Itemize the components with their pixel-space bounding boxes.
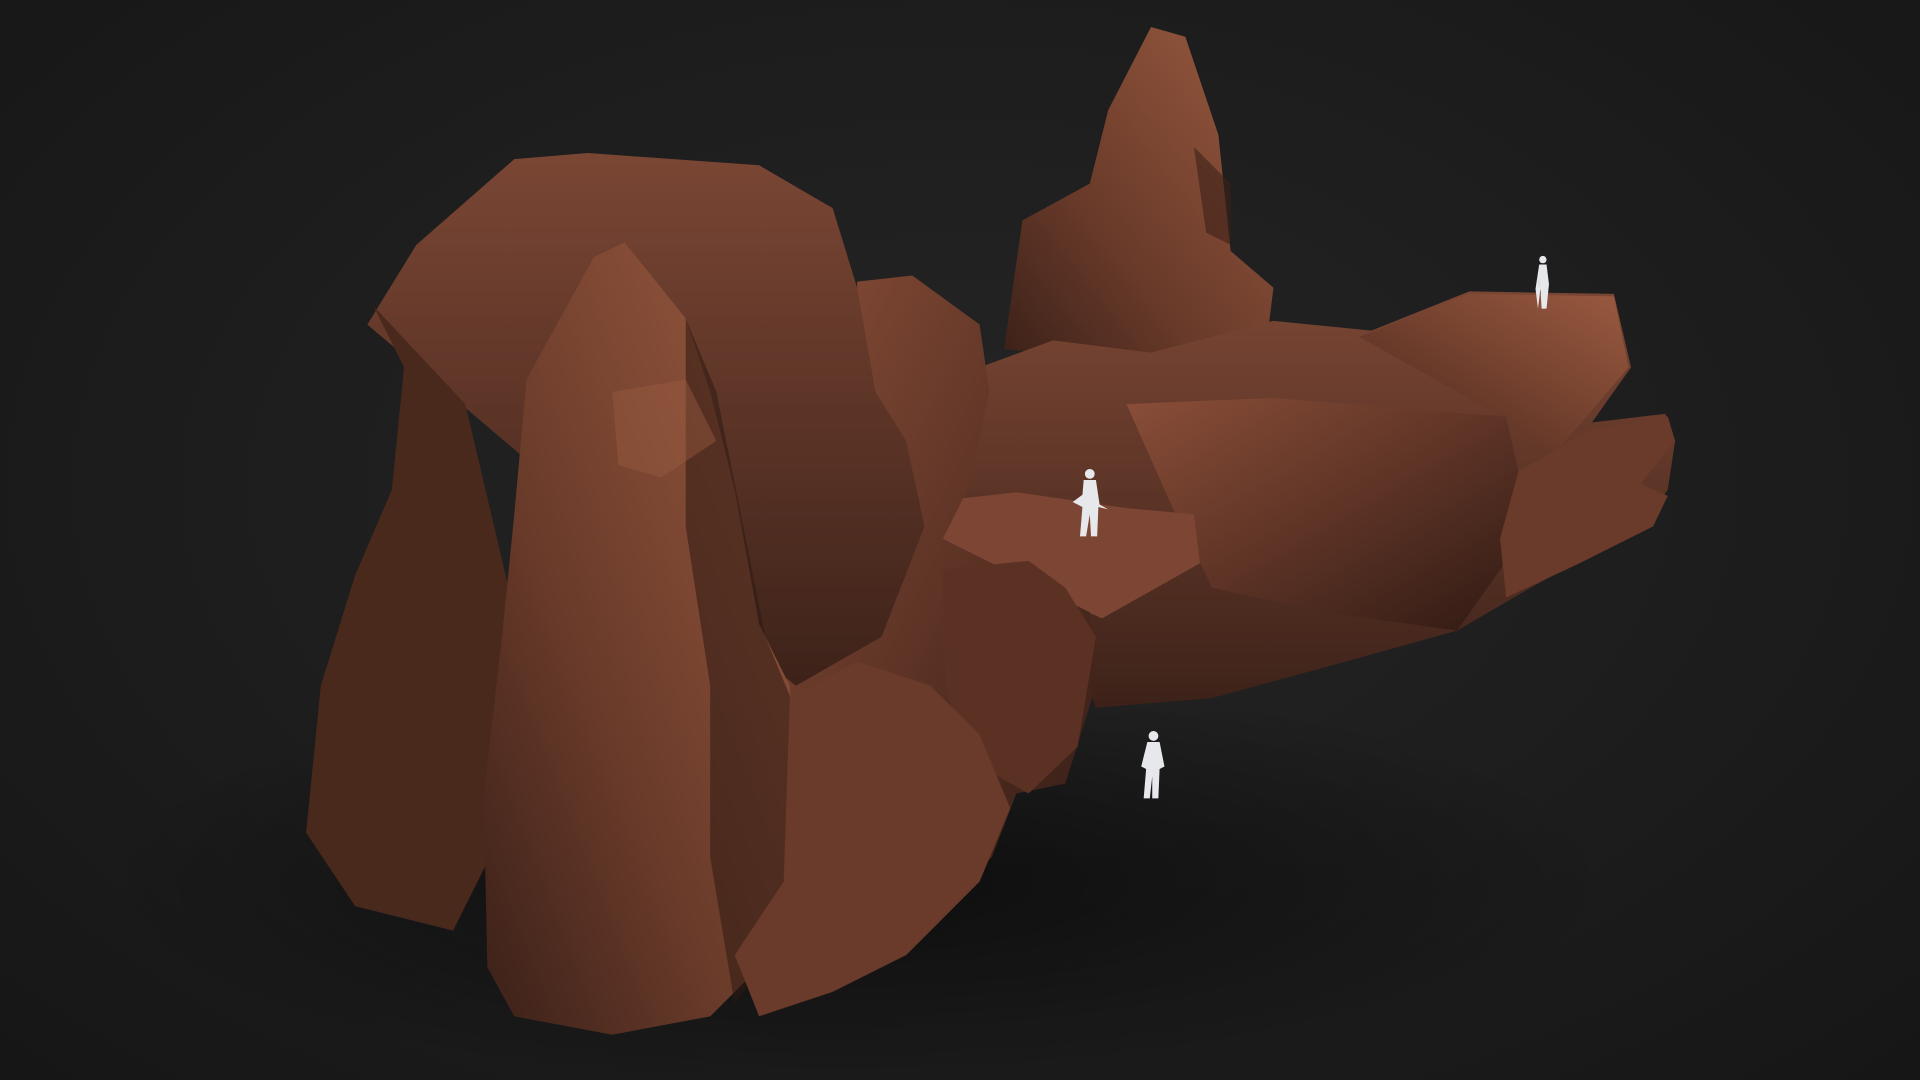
human-figure bbox=[1535, 255, 1549, 309]
rock-scene bbox=[98, 26, 1676, 1080]
render-viewport bbox=[0, 0, 1920, 1080]
human-figure bbox=[1537, 279, 1541, 287]
rock-spire bbox=[1004, 26, 1274, 368]
